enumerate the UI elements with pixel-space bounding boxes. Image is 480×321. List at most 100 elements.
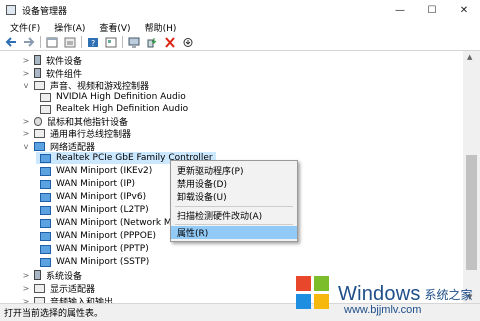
tree-row-label: 声音、视频和游戏控制器: [50, 81, 150, 92]
tree-row-wan-ip[interactable]: WAN Miniport (IP): [36, 178, 135, 190]
tree-row-wan-l2tp[interactable]: WAN Miniport (L2TP): [36, 204, 149, 216]
chevron-right-icon[interactable]: >: [22, 117, 30, 126]
ctx-properties[interactable]: 属性(R): [171, 226, 297, 239]
tree-row-display-adapters[interactable]: > 显示适配器: [22, 282, 96, 295]
chevron-right-icon[interactable]: >: [22, 129, 30, 138]
tree-row-label: WAN Miniport (IPv6): [56, 192, 147, 202]
svg-text:?: ?: [91, 39, 95, 48]
ctx-item-label: 卸载设备(U): [177, 193, 227, 203]
chevron-down-icon[interactable]: v: [22, 142, 30, 151]
ctx-update-driver[interactable]: 更新驱动程序(P): [171, 164, 297, 177]
tree-row-wan-ipv6[interactable]: WAN Miniport (IPv6): [36, 191, 146, 203]
tree-row-label: WAN Miniport (PPTP): [56, 244, 149, 254]
windows-logo-icon: [296, 276, 332, 312]
watermark: Windows 系统之家 www.bjjmlv.com: [290, 268, 480, 320]
maximize-button[interactable]: ☐: [416, 0, 448, 20]
uninstall-icon[interactable]: [163, 36, 177, 49]
speaker-icon: [40, 92, 51, 102]
tree-row-label: NVIDIA High Definition Audio: [56, 92, 186, 102]
ctx-item-label: 更新驱动程序(P): [177, 167, 244, 177]
ctx-separator: [175, 224, 293, 225]
chevron-right-icon[interactable]: >: [22, 271, 30, 280]
help-icon[interactable]: ?: [86, 36, 100, 49]
tree-row-label: 软件设备: [46, 56, 83, 67]
usb-icon: [34, 128, 45, 138]
menu-help[interactable]: 帮助(H): [145, 21, 177, 34]
title-bar: 设备管理器 — ☐ ✕: [0, 0, 480, 20]
tree-row-wan-sstp[interactable]: WAN Miniport (SSTP): [36, 256, 149, 268]
ctx-item-label: 扫描检测硬件改动(A): [177, 212, 263, 222]
network-adapter-icon: [40, 166, 51, 176]
speaker-icon: [40, 104, 51, 114]
scroll-up-icon[interactable]: ▲: [467, 53, 472, 61]
tree-row-nvidia-audio[interactable]: NVIDIA High Definition Audio: [36, 91, 186, 103]
toolbar-separator: [81, 36, 82, 48]
scrollbar-thumb[interactable]: [466, 155, 477, 270]
tree-row-audio-io[interactable]: > 音频输入和输出: [22, 295, 113, 303]
monitor-icon[interactable]: [127, 36, 141, 49]
chevron-down-icon[interactable]: v: [22, 81, 30, 90]
network-adapter-icon: [40, 231, 51, 241]
ctx-item-label: 禁用设备(D): [177, 180, 227, 190]
chevron-right-icon[interactable]: >: [22, 284, 30, 293]
properties-icon[interactable]: [45, 36, 59, 49]
toolbar-separator: [40, 36, 41, 48]
menu-view[interactable]: 查看(V): [99, 21, 130, 34]
network-adapter-icon: [40, 218, 51, 228]
menu-action[interactable]: 操作(A): [54, 21, 85, 34]
display-adapter-icon: [34, 283, 45, 293]
tree-row-wan-ikev2[interactable]: WAN Miniport (IKEv2): [36, 165, 152, 177]
tree-row-realtek-audio[interactable]: Realtek High Definition Audio: [36, 103, 188, 115]
close-button[interactable]: ✕: [448, 0, 480, 20]
network-adapter-icon: [40, 205, 51, 215]
view-icon[interactable]: [104, 36, 118, 49]
ctx-separator: [175, 206, 293, 207]
show-hidden-icon[interactable]: [63, 36, 77, 49]
device-icon: [34, 68, 41, 78]
tree-row-sound-video[interactable]: v 声音、视频和游戏控制器: [22, 79, 150, 92]
menu-file[interactable]: 文件(F): [10, 21, 40, 34]
network-adapter-icon: [40, 257, 51, 267]
network-adapter-icon: [40, 179, 51, 189]
vertical-scrollbar[interactable]: ▲ ▼: [463, 51, 480, 303]
device-manager-icon: [6, 5, 16, 15]
tree-row-software-components[interactable]: > 软件组件: [22, 67, 82, 80]
back-icon[interactable]: [4, 36, 18, 49]
ctx-disable-device[interactable]: 禁用设备(D): [171, 177, 297, 190]
device-icon: [34, 270, 41, 280]
tree-row-label: 显示适配器: [50, 284, 96, 295]
tree-row-system-devices[interactable]: > 系统设备: [22, 269, 83, 282]
tree-row-software-devices[interactable]: > 软件设备: [22, 54, 83, 67]
tree-row-label: Realtek High Definition Audio: [56, 104, 189, 114]
tree-row-label: 音频输入和输出: [50, 297, 114, 304]
tree-row-usb[interactable]: > 通用串行总线控制器: [22, 127, 132, 140]
chevron-right-icon[interactable]: >: [22, 69, 30, 78]
tree-row-wan-pppoe[interactable]: WAN Miniport (PPPOE): [36, 230, 156, 242]
tree-row-network-adapters[interactable]: v 网络适配器: [22, 140, 96, 153]
status-text: 打开当前选择的属性表。: [4, 309, 104, 319]
mouse-icon: [34, 116, 42, 126]
ctx-scan-hardware[interactable]: 扫描检测硬件改动(A): [171, 209, 297, 222]
watermark-brand: Windows: [338, 282, 421, 305]
tree-row-label: WAN Miniport (IKEv2): [56, 166, 153, 176]
tree-row-label: WAN Miniport (IP): [56, 179, 136, 189]
chevron-right-icon[interactable]: >: [22, 56, 30, 65]
tree-row-label: 网络适配器: [50, 142, 96, 153]
window-title: 设备管理器: [22, 6, 68, 17]
tree-row-label: 系统设备: [46, 271, 83, 282]
network-adapter-icon: [34, 141, 45, 151]
forward-icon[interactable]: [22, 36, 36, 49]
tree-row-label: 通用串行总线控制器: [50, 129, 132, 140]
toolbar: ?: [0, 34, 480, 51]
menu-bar: 文件(F) 操作(A) 查看(V) 帮助(H): [0, 20, 480, 34]
watermark-url: www.bjjmlv.com: [344, 304, 422, 316]
ctx-uninstall-device[interactable]: 卸载设备(U): [171, 190, 297, 203]
minimize-button[interactable]: —: [384, 0, 416, 20]
scan-icon[interactable]: [181, 36, 195, 49]
watermark-cn: 系统之家: [424, 287, 473, 302]
tree-row-mice[interactable]: > 鼠标和其他指针设备: [22, 115, 128, 128]
tree-row-label: WAN Miniport (L2TP): [56, 205, 149, 215]
update-driver-icon[interactable]: [145, 36, 159, 49]
tree-row-wan-pptp[interactable]: WAN Miniport (PPTP): [36, 243, 149, 255]
tree-row-label: WAN Miniport (SSTP): [56, 257, 150, 267]
